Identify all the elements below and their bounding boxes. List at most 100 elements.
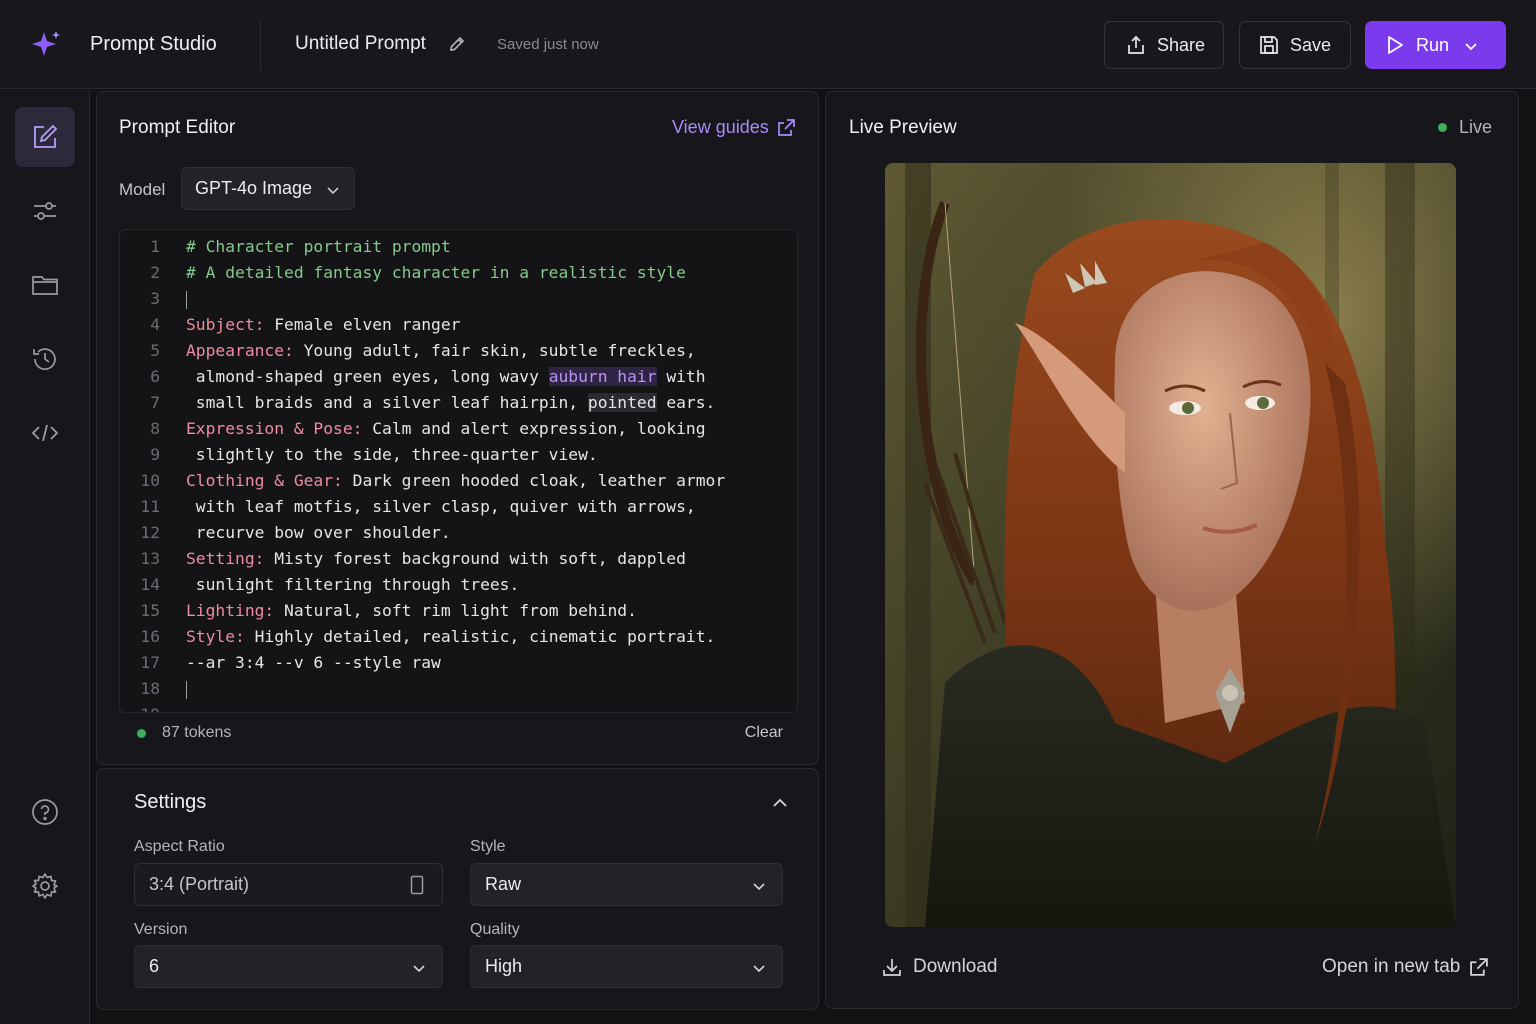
highlighted-token: pointed <box>587 393 657 412</box>
line-number: 1 <box>150 237 160 256</box>
top-bar: Prompt Studio Untitled Prompt Saved just… <box>0 0 1536 89</box>
app-title: Prompt Studio <box>90 33 217 55</box>
settings-panel: Settings Aspect Ratio 3:4 (Portrait) Sty… <box>96 768 819 1010</box>
style-select[interactable]: Raw <box>470 863 783 906</box>
chevron-down-icon <box>327 187 339 195</box>
editor-title: Prompt Editor <box>119 117 236 138</box>
style-value: Raw <box>485 874 522 894</box>
share-button[interactable]: Share <box>1104 21 1224 69</box>
line-number: 17 <box>140 653 160 672</box>
quality-value: High <box>485 956 523 976</box>
prompt-editor-panel: Prompt Editor View guides Model GPT-4o I… <box>96 91 819 765</box>
line-number: 5 <box>150 341 160 360</box>
line-number: 8 <box>150 419 160 438</box>
code-text: Lighting: Natural, soft rim light from b… <box>186 601 637 620</box>
chevron-down-icon[interactable] <box>1463 38 1479 54</box>
save-status: Saved just now <box>497 36 599 53</box>
line-number: 19 <box>120 702 160 712</box>
external-link-icon <box>1470 958 1489 976</box>
open-new-tab-label: Open in new tab <box>1322 956 1461 977</box>
text-cursor <box>186 286 187 312</box>
chevron-down-icon <box>753 965 765 973</box>
line-number: 9 <box>150 445 160 464</box>
line-number: 13 <box>140 549 160 568</box>
code-text: with leaf motfis, silver clasp, quiver w… <box>186 497 696 516</box>
line-number: 4 <box>150 315 160 334</box>
chevron-down-icon <box>413 965 425 973</box>
sidebar-item-help[interactable] <box>15 782 75 842</box>
run-button[interactable]: Run <box>1365 21 1506 69</box>
code-text: slightly to the side, three-quarter view… <box>186 445 598 464</box>
token-count: 87 tokens <box>162 724 232 741</box>
line-number: 6 <box>150 367 160 386</box>
download-label: Download <box>913 956 998 977</box>
model-label: Model <box>119 180 166 199</box>
line-number: 10 <box>140 471 160 490</box>
download-button[interactable]: Download <box>881 956 998 978</box>
line-number: 12 <box>140 523 160 542</box>
run-label: Run <box>1416 34 1450 55</box>
live-status-label: Live <box>1459 117 1493 137</box>
text-cursor <box>186 676 187 702</box>
save-button[interactable]: Save <box>1239 21 1351 69</box>
settings-title: Settings <box>134 791 207 813</box>
highlighted-token: auburn hair <box>548 367 657 386</box>
sidebar-item-editor[interactable] <box>15 107 75 167</box>
live-preview-panel: Live Preview Live Download Open in new t… <box>825 91 1519 1009</box>
share-icon <box>1128 35 1144 54</box>
code-text: small braids and a silver leaf hairpin, … <box>186 393 716 412</box>
open-new-tab-link[interactable]: Open in new tab <box>1322 956 1489 978</box>
gear-icon <box>32 873 58 899</box>
play-icon <box>1388 36 1403 54</box>
preview-title: Live Preview <box>849 117 957 138</box>
sidebar-item-settings[interactable] <box>15 856 75 916</box>
sidebar <box>0 90 90 1024</box>
version-value: 6 <box>149 956 160 976</box>
code-text: recurve bow over shoulder. <box>186 523 451 542</box>
code-text: Appearance: Young adult, fair skin, subt… <box>186 341 696 360</box>
sidebar-item-code[interactable] <box>15 403 75 463</box>
elf-ranger-portrait <box>885 163 1456 927</box>
view-guides-link[interactable]: View guides <box>672 117 796 138</box>
code-text: Setting: Misty forest background with so… <box>186 549 686 568</box>
status-dot <box>137 729 146 738</box>
history-icon <box>33 348 56 370</box>
model-value: GPT-4o Image <box>195 178 313 198</box>
chevron-up-icon[interactable] <box>771 794 789 812</box>
line-number: 3 <box>150 289 160 308</box>
code-text: Clothing & Gear: Dark green hooded cloak… <box>186 471 726 490</box>
header-divider <box>260 20 261 70</box>
aspect-ratio-field[interactable]: 3:4 (Portrait) <box>134 863 443 906</box>
sidebar-item-history[interactable] <box>15 329 75 389</box>
aspect-ratio-value: 3:4 (Portrait) <box>149 874 250 894</box>
sliders-icon <box>34 202 56 220</box>
model-select[interactable]: GPT-4o Image <box>181 167 355 210</box>
prompt-code-editor[interactable]: 1 # Character portrait prompt 2 # A detail… <box>119 229 798 713</box>
external-link-icon <box>777 119 795 136</box>
help-icon <box>32 799 58 825</box>
code-text: # A detailed fantasy character in a real… <box>186 263 686 282</box>
document-title[interactable]: Untitled Prompt <box>295 33 426 55</box>
floppy-icon <box>1260 36 1278 54</box>
code-text: Subject: Female elven ranger <box>186 315 461 334</box>
pencil-icon[interactable] <box>448 35 466 53</box>
generated-image[interactable] <box>885 163 1456 927</box>
quality-select[interactable]: High <box>470 945 783 988</box>
aspect-ratio-label: Aspect Ratio <box>134 838 225 855</box>
code-icon <box>31 424 59 442</box>
share-label: Share <box>1157 34 1206 55</box>
quality-label: Quality <box>470 921 520 938</box>
portrait-frame-icon <box>410 875 424 895</box>
version-select[interactable]: 6 <box>134 945 443 988</box>
clear-button[interactable]: Clear <box>745 724 783 742</box>
sidebar-item-files[interactable] <box>15 255 75 315</box>
code-text: almond-shaped green eyes, long wavy aubu… <box>186 367 706 386</box>
line-number: 7 <box>150 393 160 412</box>
view-guides-label: View guides <box>672 117 769 137</box>
live-status-dot <box>1438 123 1447 132</box>
sidebar-item-parameters[interactable] <box>15 181 75 241</box>
editor-footer: 87 tokens Clear <box>119 714 798 754</box>
version-label: Version <box>134 921 188 938</box>
style-label: Style <box>470 838 506 855</box>
code-text: # Character portrait prompt <box>186 237 451 256</box>
